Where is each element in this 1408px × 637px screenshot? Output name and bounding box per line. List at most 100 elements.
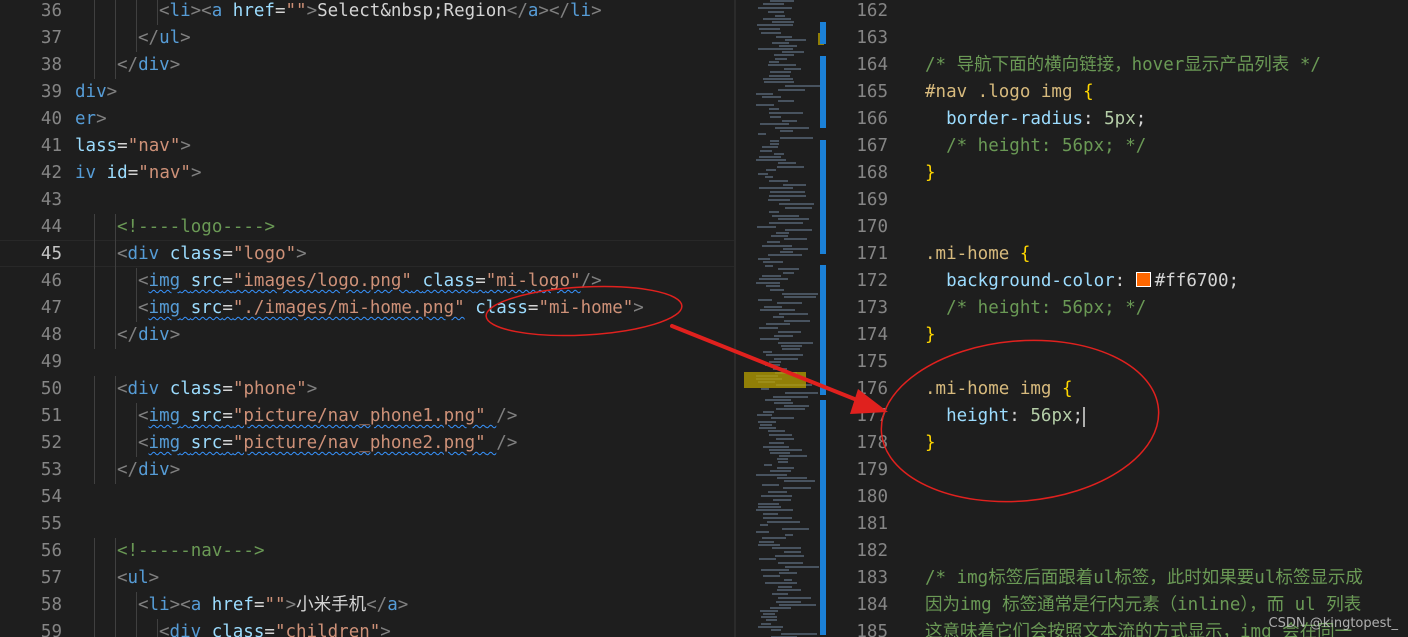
code-text[interactable]: <li><a href="">小米手机</a> [138, 592, 408, 619]
code-line[interactable]: 53 </div> [0, 457, 734, 484]
code-text[interactable]: .mi-home img { [925, 376, 1073, 403]
code-line[interactable]: 55 [0, 511, 734, 538]
code-line[interactable]: 40 er> [0, 106, 734, 133]
git-change-indicator[interactable] [820, 56, 826, 128]
code-text[interactable]: #nav .logo img { [925, 79, 1094, 106]
code-text[interactable]: er> [75, 106, 107, 133]
code-line[interactable]: 183 /* img标签后面跟着ul标签，此时如果要ul标签显示成 [826, 565, 1408, 592]
code-line[interactable]: 164 /* 导航下面的横向链接，hover显示产品列表 */ [826, 52, 1408, 79]
code-text[interactable]: background-color: #ff6700; [925, 268, 1239, 295]
code-line[interactable]: 167 /* height: 56px; */ [826, 133, 1408, 160]
code-line[interactable]: 49 [0, 349, 734, 376]
minimap-line [769, 180, 788, 182]
code-line[interactable]: 181 [826, 511, 1408, 538]
css-editor-pane[interactable]: 162 163 164 /* 导航下面的横向链接，hover显示产品列表 */ 165 #… [826, 0, 1408, 637]
git-change-indicator[interactable] [820, 140, 826, 254]
code-text[interactable]: .mi-home { [925, 241, 1030, 268]
code-text[interactable]: </div> [117, 52, 180, 79]
code-text[interactable]: <div class="children"> [159, 619, 391, 637]
code-text[interactable]: /* height: 56px; */ [925, 295, 1146, 322]
git-change-indicator[interactable] [820, 22, 826, 44]
code-line[interactable]: 166 border-radius: 5px; [826, 106, 1408, 133]
code-line[interactable]: 47 <img src="./images/mi-home.png" class=… [0, 295, 734, 322]
code-text[interactable]: <img src="./images/mi-home.png" class="m… [138, 295, 644, 322]
code-line[interactable]: 43 [0, 187, 734, 214]
code-text[interactable]: lass="nav"> [75, 133, 191, 160]
code-line[interactable]: 51 <img src="picture/nav_phone1.png" /> [0, 403, 734, 430]
code-line[interactable]: 168} [826, 160, 1408, 187]
line-number: 57 [40, 568, 62, 588]
code-text[interactable]: height: 56px; [925, 403, 1083, 430]
code-line[interactable]: 184 因为img 标签通常是行内元素（inline），而 ul 列表 [826, 592, 1408, 619]
code-line[interactable]: 46 <img src="images/logo.png" class="mi-l… [0, 268, 734, 295]
code-line[interactable]: 37 </ul> [0, 25, 734, 52]
code-text[interactable]: div> [75, 79, 117, 106]
code-text[interactable]: </div> [117, 322, 180, 349]
code-text[interactable]: <!-----nav---> [117, 538, 265, 565]
minimap-line [781, 633, 817, 635]
code-text[interactable]: </ul> [138, 25, 191, 52]
minimap-line [778, 162, 796, 164]
code-line[interactable]: 50 <div class="phone"> [0, 376, 734, 403]
code-line[interactable]: 39 div> [0, 79, 734, 106]
code-text[interactable]: } [925, 160, 936, 187]
code-line[interactable]: 174} [826, 322, 1408, 349]
token-text: Select&nbsp;Region [317, 1, 507, 21]
code-text[interactable]: /* 导航下面的横向链接，hover显示产品列表 */ [925, 52, 1321, 79]
code-line[interactable]: 180 [826, 484, 1408, 511]
code-text[interactable]: <div class="phone"> [117, 376, 317, 403]
code-text[interactable]: <li><a href="">Select&nbsp;Region</a></l… [159, 0, 602, 25]
minimap-line [769, 361, 781, 363]
code-line[interactable]: 171 .mi-home { [826, 241, 1408, 268]
code-line[interactable]: 57 <ul> [0, 565, 734, 592]
code-text[interactable]: } [925, 430, 936, 457]
code-line[interactable]: 162 [826, 0, 1408, 25]
code-text[interactable]: <img src="picture/nav_phone1.png" /> [138, 403, 517, 430]
code-text[interactable]: /* img标签后面跟着ul标签，此时如果要ul标签显示成 [925, 565, 1363, 592]
git-change-indicator[interactable] [820, 265, 826, 395]
html-editor-pane[interactable]: 36 <li><a href="">Select&nbsp;Region</a><… [0, 0, 734, 637]
code-line[interactable]: 179 [826, 457, 1408, 484]
code-line[interactable]: 165 #nav .logo img { [826, 79, 1408, 106]
code-text[interactable]: <div class="logo"> [117, 241, 307, 268]
code-line[interactable]: 176 .mi-home img { [826, 376, 1408, 403]
minimap-line [762, 96, 781, 98]
code-text[interactable]: iv id="nav"> [75, 160, 201, 187]
csdn-watermark: CSDN @kingtopest_ [1268, 616, 1399, 631]
code-text[interactable]: </div> [117, 457, 180, 484]
code-text[interactable]: <img src="picture/nav_phone2.png" /> [138, 430, 517, 457]
color-swatch[interactable] [1135, 272, 1151, 287]
code-line[interactable]: 42 iv id="nav"> [0, 160, 734, 187]
code-line[interactable]: 173 /* height: 56px; */ [826, 295, 1408, 322]
code-line[interactable]: 44 <!----logo----> [0, 214, 734, 241]
code-line[interactable]: 182 [826, 538, 1408, 565]
code-line[interactable]: 163 [826, 25, 1408, 52]
code-line[interactable]: 170 [826, 214, 1408, 241]
code-line[interactable]: 177 height: 56px; [826, 403, 1408, 430]
code-line[interactable]: 45 <div class="logo"> [0, 241, 734, 268]
code-line[interactable]: 36 <li><a href="">Select&nbsp;Region</a><… [0, 0, 734, 25]
code-text[interactable]: <!----logo----> [117, 214, 275, 241]
minimap[interactable] [736, 0, 826, 637]
code-text[interactable]: /* height: 56px; */ [925, 133, 1146, 160]
code-line[interactable]: 52 <img src="picture/nav_phone2.png" /> [0, 430, 734, 457]
code-text[interactable]: <ul> [117, 565, 159, 592]
code-line[interactable]: 48 </div> [0, 322, 734, 349]
code-text[interactable]: 因为img 标签通常是行内元素（inline），而 ul 列表 [925, 592, 1361, 619]
code-line[interactable]: 172 background-color: #ff6700; [826, 268, 1408, 295]
code-text[interactable]: } [925, 322, 936, 349]
code-text[interactable]: <img src="images/logo.png" class="mi-log… [138, 268, 602, 295]
code-text[interactable]: border-radius: 5px; [925, 106, 1146, 133]
code-line[interactable]: 38 </div> [0, 52, 734, 79]
code-line[interactable]: 178} [826, 430, 1408, 457]
code-line[interactable]: 169 [826, 187, 1408, 214]
git-change-indicator[interactable] [820, 400, 826, 635]
code-line[interactable]: 175 [826, 349, 1408, 376]
code-line[interactable]: 56 <!-----nav---> [0, 538, 734, 565]
code-line[interactable]: 59 <div class="children"> [0, 619, 734, 637]
code-line[interactable]: 41 lass="nav"> [0, 133, 734, 160]
code-line[interactable]: 58 <li><a href="">小米手机</a> [0, 592, 734, 619]
code-line[interactable]: 54 [0, 484, 734, 511]
